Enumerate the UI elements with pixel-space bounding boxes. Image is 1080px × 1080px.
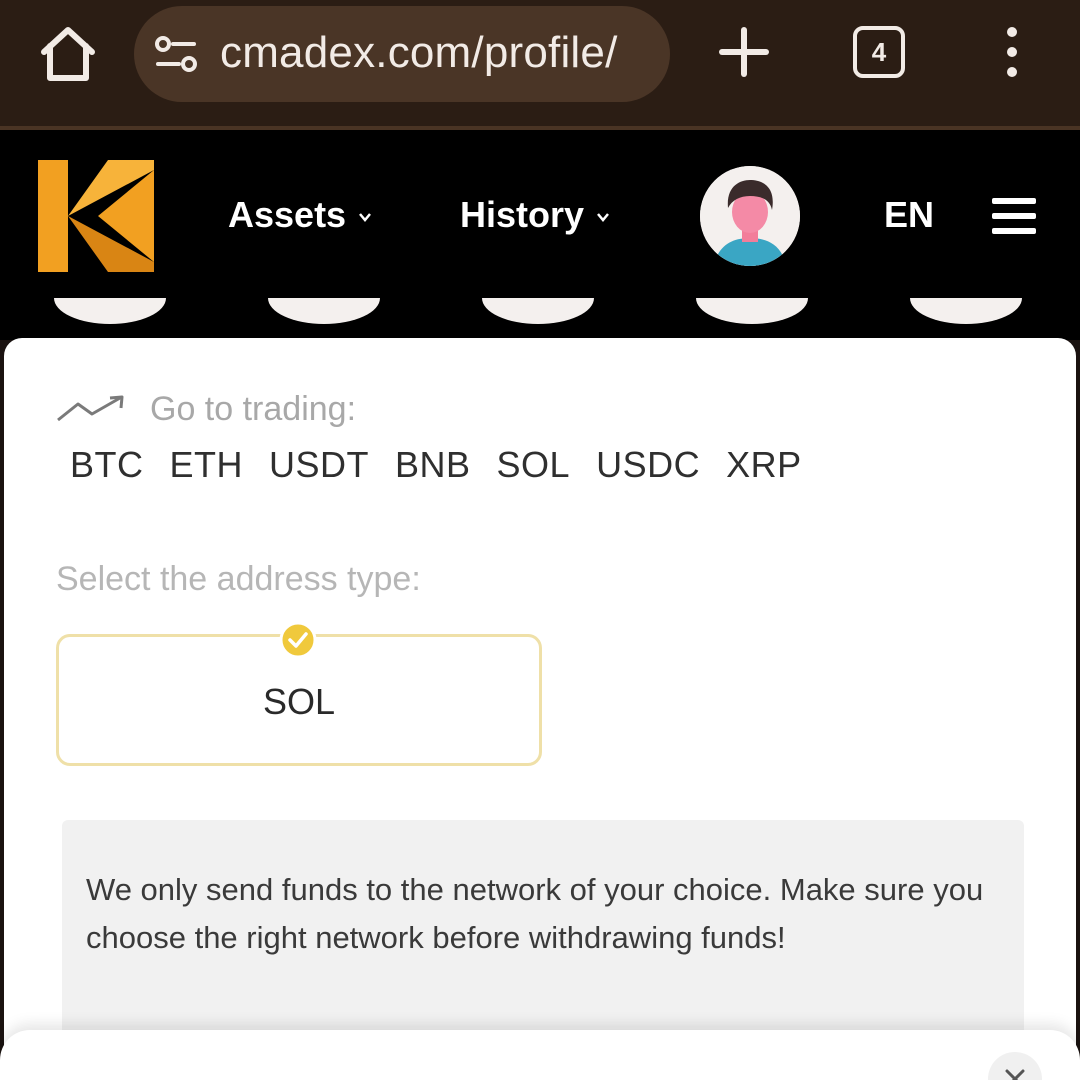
withdraw-card: Go to trading: BTC ETH USDT BNB SOL USDC… [4,338,1076,1080]
hidden-tab [910,298,1022,324]
chevron-down-icon [359,213,372,223]
browser-toolbar: cmadex.com/profile/ 4 [0,0,1080,130]
tune-icon[interactable] [154,34,198,74]
close-button[interactable] [988,1052,1042,1080]
coin-link-bnb[interactable]: BNB [395,444,471,486]
coin-links: BTC ETH USDT BNB SOL USDC XRP [70,444,802,486]
close-icon [1005,1069,1025,1080]
chevron-down-icon [597,213,609,223]
url-text[interactable]: cmadex.com/profile/ [220,28,618,78]
nav-history-label: History [460,194,585,235]
check-circle-icon [278,620,318,660]
coin-link-xrp[interactable]: XRP [726,444,802,486]
hidden-tab [54,298,166,324]
trending-up-icon [56,394,130,424]
hidden-tab [696,298,808,324]
address-bar[interactable]: cmadex.com/profile/ [134,6,670,102]
bottom-sheet [0,1030,1080,1080]
coin-link-usdc[interactable]: USDC [596,444,700,486]
hamburger-menu-icon[interactable] [990,196,1038,236]
coin-link-btc[interactable]: BTC [70,444,144,486]
nav-history[interactable]: History [460,194,610,236]
coin-link-usdt[interactable]: USDT [269,444,369,486]
language-selector[interactable]: EN [884,194,934,236]
logo-icon[interactable] [38,160,154,272]
address-type-option-label: SOL [262,681,336,722]
network-notice: We only send funds to the network of you… [62,820,1024,1040]
trading-label: Go to trading: [150,390,357,428]
home-icon[interactable] [36,22,100,86]
nav-assets[interactable]: Assets [228,194,372,236]
avatar[interactable] [700,166,800,266]
more-vert-icon[interactable] [996,22,1028,82]
site-header: Assets History EN [0,130,1080,340]
tab-switcher-button[interactable]: 4 [853,26,905,78]
hidden-tab [482,298,594,324]
coin-link-eth[interactable]: ETH [170,444,244,486]
new-tab-icon[interactable] [716,22,772,82]
coin-link-sol[interactable]: SOL [497,444,571,486]
notice-text: We only send funds to the network of you… [86,872,984,955]
hidden-tab [268,298,380,324]
nav-assets-label: Assets [228,194,347,235]
address-type-label: Select the address type: [56,560,421,598]
